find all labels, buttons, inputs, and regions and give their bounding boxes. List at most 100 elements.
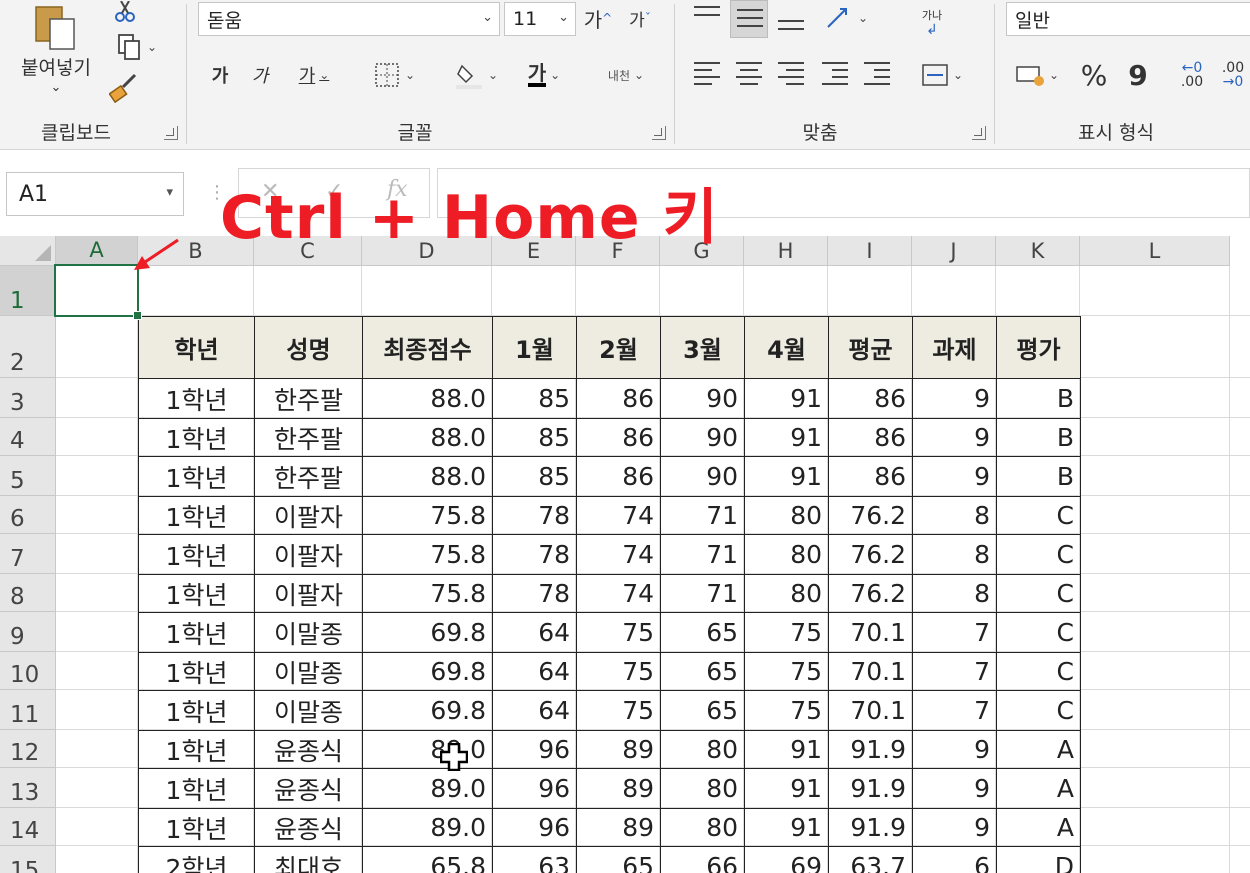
bold-button[interactable]: 가 [206,60,234,90]
table-cell[interactable]: 69.8 [362,690,493,731]
header-cell[interactable]: 성명 [254,316,363,379]
table-cell[interactable]: 90 [660,378,745,419]
row-header-12[interactable]: 12 [0,730,56,768]
accounting-format-button[interactable]: ⌄ [1008,58,1066,92]
table-cell[interactable]: 1학년 [138,808,255,847]
merge-center-button[interactable]: ⌄ [912,58,972,92]
table-cell[interactable]: 76.2 [828,574,913,613]
table-cell[interactable]: 91 [744,456,829,497]
percent-style-button[interactable]: % [1076,58,1112,92]
table-cell[interactable]: C [996,574,1081,613]
table-cell[interactable]: 9 [912,808,997,847]
table-cell[interactable]: 86 [828,418,913,457]
table-cell[interactable]: 91 [744,768,829,809]
table-cell[interactable]: 91 [744,378,829,419]
header-cell[interactable]: 1월 [492,316,577,379]
table-cell[interactable]: 70.1 [828,652,913,691]
table-cell[interactable]: 69.8 [362,652,493,691]
column-header-k[interactable]: K [996,236,1080,266]
table-cell[interactable]: 78 [492,534,577,575]
table-cell[interactable]: 78 [492,574,577,613]
table-cell[interactable]: 75.8 [362,534,493,575]
row-header-10[interactable]: 10 [0,652,56,690]
row-header-8[interactable]: 8 [0,574,56,612]
column-header-j[interactable]: J [912,236,996,266]
table-cell[interactable]: 윤종식 [254,730,363,769]
table-cell[interactable]: 85 [492,418,577,457]
table-cell[interactable]: 75 [744,690,829,731]
table-cell[interactable]: A [996,730,1081,769]
table-cell[interactable]: 1학년 [138,768,255,809]
header-cell[interactable]: 4월 [744,316,829,379]
table-cell[interactable]: 80 [744,534,829,575]
table-cell[interactable]: 89 [576,808,661,847]
table-cell[interactable]: 88.0 [362,418,493,457]
cut-button[interactable] [110,0,140,24]
table-cell[interactable]: 80 [744,574,829,613]
table-cell[interactable]: 65.8 [362,846,493,873]
table-cell[interactable]: 96 [492,808,577,847]
table-cell[interactable]: 69.8 [362,612,493,653]
header-cell[interactable]: 과제 [912,316,997,379]
row-header-6[interactable]: 6 [0,496,56,534]
table-cell[interactable]: 이팔자 [254,534,363,575]
worksheet-grid[interactable]: A B C D E F G H I J K L 1 2 3 4 5 6 7 8 9 10 11 12 13 14 15 학년 성명 최종점… [0,236,1250,873]
table-cell[interactable]: 88.0 [362,456,493,497]
table-cell[interactable]: 75 [744,652,829,691]
orientation-button[interactable]: ⌄ [818,2,874,34]
column-header-l[interactable]: L [1080,236,1230,266]
table-cell[interactable]: 이말종 [254,612,363,653]
table-cell[interactable]: 65 [576,846,661,873]
table-cell[interactable]: 75.8 [362,574,493,613]
column-header-a[interactable]: A [56,236,138,266]
table-cell[interactable]: 80 [744,496,829,535]
header-cell[interactable]: 학년 [138,316,255,379]
table-cell[interactable]: 1학년 [138,652,255,691]
phonetic-button[interactable]: 내천 ⌄ [596,58,656,92]
header-cell[interactable]: 평가 [996,316,1081,379]
table-cell[interactable]: D [996,846,1081,873]
table-cell[interactable]: 이팔자 [254,574,363,613]
table-cell[interactable]: 1학년 [138,456,255,497]
table-cell[interactable]: 이말종 [254,690,363,731]
table-cell[interactable]: A [996,768,1081,809]
column-header-i[interactable]: I [828,236,912,266]
table-cell[interactable]: 이말종 [254,652,363,691]
decrease-decimal-button[interactable]: .00 →0 [1216,58,1250,92]
table-cell[interactable]: 1학년 [138,730,255,769]
table-cell[interactable]: 1학년 [138,378,255,419]
number-format-dropdown[interactable]: 일반 [1006,2,1250,36]
font-name-dropdown[interactable]: 돋움 ⌄ [198,2,500,36]
table-cell[interactable]: C [996,690,1081,731]
table-cell[interactable]: 91.9 [828,730,913,769]
table-cell[interactable]: 85 [492,456,577,497]
format-painter-button[interactable] [106,70,142,106]
table-cell[interactable]: 86 [828,378,913,419]
row-header-1[interactable]: 1 [0,266,56,316]
table-cell[interactable]: 90 [660,456,745,497]
table-cell[interactable]: 65 [660,612,745,653]
table-cell[interactable]: 65 [660,690,745,731]
table-cell[interactable]: 64 [492,690,577,731]
table-cell[interactable]: C [996,612,1081,653]
table-cell[interactable]: 75 [576,612,661,653]
table-cell[interactable]: 96 [492,768,577,809]
row-header-5[interactable]: 5 [0,456,56,496]
table-cell[interactable]: 74 [576,496,661,535]
row-header-15[interactable]: 15 [0,846,56,873]
table-cell[interactable]: 78 [492,496,577,535]
table-cell[interactable]: 1학년 [138,574,255,613]
table-cell[interactable]: 1학년 [138,418,255,457]
table-cell[interactable]: 89.0 [362,808,493,847]
align-center-icon[interactable] [736,62,762,85]
table-cell[interactable]: 91.9 [828,768,913,809]
table-cell[interactable]: 8 [912,496,997,535]
table-cell[interactable]: B [996,418,1081,457]
header-cell[interactable]: 최종점수 [362,316,493,379]
table-cell[interactable]: 75 [576,652,661,691]
table-cell[interactable]: 80 [660,808,745,847]
table-cell[interactable]: C [996,496,1081,535]
table-cell[interactable]: 74 [576,534,661,575]
table-cell[interactable]: 80 [660,768,745,809]
table-cell[interactable]: 85 [492,378,577,419]
